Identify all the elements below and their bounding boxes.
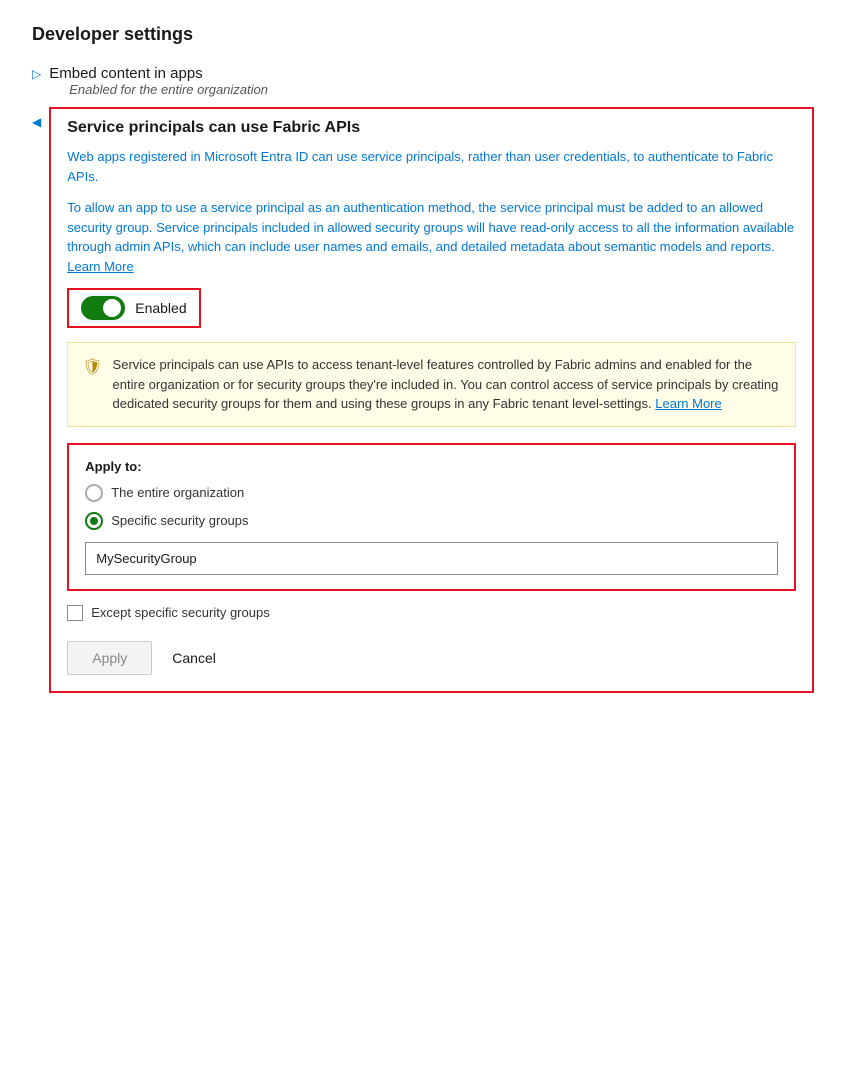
service-principals-chevron[interactable]: ◀ [32, 115, 41, 129]
apply-to-box: Apply to: The entire organization [67, 443, 796, 591]
learn-more-link-1[interactable]: Learn More [67, 259, 133, 274]
warning-box: 🛡 Service principals can use APIs to acc… [67, 342, 796, 427]
radio-entire-org-indicator [85, 484, 103, 502]
radio-group: The entire organization Specific securit… [85, 484, 778, 530]
enabled-toggle[interactable] [81, 296, 125, 320]
warning-text: Service principals can use APIs to acces… [113, 355, 781, 414]
radio-entire-org[interactable]: The entire organization [85, 484, 778, 502]
radio-specific-groups[interactable]: Specific security groups [85, 512, 778, 530]
button-row: Apply Cancel [67, 641, 796, 675]
radio-specific-groups-label: Specific security groups [111, 513, 248, 528]
except-row: Except specific security groups [67, 605, 796, 621]
service-principals-section: ◀ Service principals can use Fabric APIs… [32, 107, 814, 693]
radio-dot [90, 517, 98, 525]
learn-more-link-2[interactable]: Learn More [655, 396, 721, 411]
apply-button[interactable]: Apply [67, 641, 152, 675]
embed-chevron[interactable]: ▷ [32, 67, 41, 81]
service-principals-title: Service principals can use Fabric APIs [51, 109, 812, 147]
embed-content-section: ▷ Embed content in apps Enabled for the … [32, 65, 814, 97]
embed-content-subtitle: Enabled for the entire organization [69, 82, 268, 97]
page-title: Developer settings [32, 24, 814, 45]
cancel-button[interactable]: Cancel [168, 642, 220, 674]
radio-entire-org-label: The entire organization [111, 485, 244, 500]
description-1: Web apps registered in Microsoft Entra I… [67, 147, 796, 186]
apply-to-label: Apply to: [85, 459, 778, 474]
except-checkbox[interactable] [67, 605, 83, 621]
security-group-input[interactable] [85, 542, 778, 575]
radio-specific-groups-indicator [85, 512, 103, 530]
warning-icon: 🛡 [82, 356, 102, 380]
except-label: Except specific security groups [91, 605, 269, 620]
embed-content-title[interactable]: Embed content in apps [49, 65, 268, 82]
toggle-label: Enabled [135, 300, 186, 316]
description-2: To allow an app to use a service princip… [67, 198, 796, 276]
